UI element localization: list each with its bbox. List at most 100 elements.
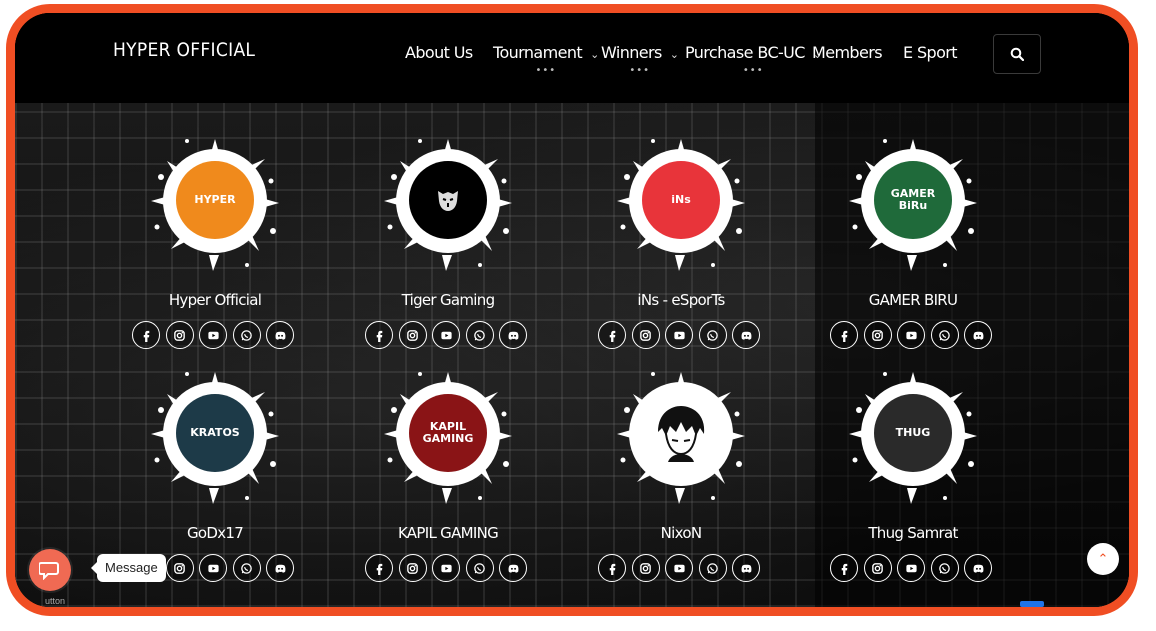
- youtube-link[interactable]: [665, 554, 693, 582]
- whatsapp-icon: [707, 329, 718, 341]
- facebook-link[interactable]: [830, 321, 858, 349]
- facebook-icon: [609, 563, 615, 575]
- widget-tab[interactable]: [1020, 601, 1044, 607]
- team-avatar[interactable]: [401, 153, 495, 247]
- whatsapp-link[interactable]: [698, 321, 727, 349]
- team-name[interactable]: Tiger Gaming: [348, 291, 548, 309]
- facebook-link[interactable]: [598, 554, 626, 582]
- nav-item-members[interactable]: Members: [812, 43, 883, 62]
- team-card: KAPIL GAMING KAPIL GAMING: [348, 364, 548, 594]
- facebook-link[interactable]: [598, 321, 626, 349]
- team-logo-text: KAPIL GAMING: [422, 419, 474, 445]
- whatsapp-link[interactable]: [698, 554, 727, 582]
- instagram-icon: [407, 329, 418, 341]
- brand-name[interactable]: HYPER OFFICIAL: [113, 39, 255, 61]
- youtube-link[interactable]: [199, 321, 227, 349]
- youtube-icon: [673, 331, 685, 339]
- facebook-icon: [143, 330, 149, 342]
- chevron-down-icon: ⌄: [590, 48, 599, 61]
- whatsapp-link[interactable]: [232, 321, 261, 349]
- instagram-link[interactable]: [631, 554, 660, 582]
- team-name[interactable]: Thug Samrat: [813, 524, 1013, 542]
- whatsapp-link[interactable]: [930, 321, 959, 349]
- chat-message-label[interactable]: Message: [91, 554, 166, 582]
- discord-link[interactable]: [732, 321, 760, 349]
- youtube-link[interactable]: [897, 554, 925, 582]
- discord-link[interactable]: [732, 554, 760, 582]
- team-avatar[interactable]: KRATOS: [168, 386, 262, 480]
- team-card: GAMER BiRu GAMER BIRU: [813, 131, 1013, 361]
- discord-link[interactable]: [266, 321, 294, 349]
- nav-label: Winners: [601, 43, 662, 62]
- nav-item-purchase-bc-uc[interactable]: Purchase BC-UC ⌄ •••: [685, 43, 822, 76]
- instagram-icon: [640, 562, 651, 574]
- team-name[interactable]: KAPIL GAMING: [348, 524, 548, 542]
- nav-item-e-sport[interactable]: E Sport: [903, 43, 958, 62]
- site-header: HYPER OFFICIAL About Us Tournament ⌄ ••• …: [15, 13, 1129, 103]
- discord-link[interactable]: [499, 554, 527, 582]
- team-logo-text: iNs: [671, 192, 691, 206]
- instagram-link[interactable]: [631, 321, 660, 349]
- instagram-link[interactable]: [398, 321, 427, 349]
- youtube-icon: [905, 564, 917, 572]
- youtube-link[interactable]: [897, 321, 925, 349]
- nav-item-tournament[interactable]: Tournament ⌄ •••: [493, 43, 599, 76]
- discord-icon: [741, 564, 751, 573]
- team-avatar[interactable]: GAMER BiRu: [866, 153, 960, 247]
- scroll-to-top-button[interactable]: ⌃: [1087, 543, 1119, 575]
- team-name[interactable]: NixoN: [581, 524, 781, 542]
- youtube-icon: [440, 331, 452, 339]
- chat-button[interactable]: [29, 549, 71, 591]
- team-avatar[interactable]: iNs: [634, 153, 728, 247]
- facebook-link[interactable]: [365, 321, 393, 349]
- youtube-link[interactable]: [432, 321, 460, 349]
- page: HYPER OFFICIAL About Us Tournament ⌄ ••• …: [15, 13, 1129, 607]
- discord-icon: [973, 331, 983, 340]
- nav-item-about-us[interactable]: About Us: [405, 43, 473, 62]
- team-name[interactable]: GAMER BIRU: [813, 291, 1013, 309]
- team-card: HYPER Hyper Official: [115, 131, 315, 361]
- facebook-link[interactable]: [132, 321, 160, 349]
- youtube-icon: [905, 331, 917, 339]
- facebook-link[interactable]: [365, 554, 393, 582]
- whatsapp-icon: [707, 562, 718, 574]
- facebook-icon: [609, 330, 615, 342]
- team-card: NixoN: [581, 364, 781, 594]
- team-name[interactable]: GoDx17: [115, 524, 315, 542]
- whatsapp-link[interactable]: [232, 554, 261, 582]
- nav-item-winners[interactable]: Winners ⌄ •••: [601, 43, 679, 76]
- discord-icon: [275, 564, 285, 573]
- instagram-link[interactable]: [863, 321, 892, 349]
- instagram-icon: [872, 329, 883, 341]
- facebook-icon: [376, 563, 382, 575]
- nav-label: Members: [812, 43, 883, 62]
- youtube-link[interactable]: [432, 554, 460, 582]
- instagram-link[interactable]: [863, 554, 892, 582]
- whatsapp-link[interactable]: [930, 554, 959, 582]
- youtube-link[interactable]: [665, 321, 693, 349]
- search-button[interactable]: [993, 34, 1041, 74]
- discord-link[interactable]: [964, 554, 992, 582]
- instagram-link[interactable]: [398, 554, 427, 582]
- instagram-link[interactable]: [165, 321, 194, 349]
- instagram-link[interactable]: [165, 554, 194, 582]
- team-avatar[interactable]: THUG: [866, 386, 960, 480]
- team-avatar[interactable]: [634, 386, 728, 480]
- team-avatar[interactable]: KAPIL GAMING: [401, 386, 495, 480]
- social-links: [365, 554, 535, 586]
- discord-link[interactable]: [499, 321, 527, 349]
- team-name[interactable]: Hyper Official: [115, 291, 315, 309]
- youtube-icon: [440, 564, 452, 572]
- team-avatar[interactable]: HYPER: [168, 153, 262, 247]
- youtube-icon: [207, 331, 219, 339]
- facebook-link[interactable]: [830, 554, 858, 582]
- whatsapp-link[interactable]: [465, 554, 494, 582]
- nav-dots: •••: [535, 65, 557, 76]
- discord-icon: [508, 331, 518, 340]
- discord-link[interactable]: [964, 321, 992, 349]
- youtube-link[interactable]: [199, 554, 227, 582]
- team-logo-text: KRATOS: [190, 425, 240, 439]
- team-name[interactable]: iNs - eSporTs: [581, 291, 781, 309]
- whatsapp-link[interactable]: [465, 321, 494, 349]
- discord-link[interactable]: [266, 554, 294, 582]
